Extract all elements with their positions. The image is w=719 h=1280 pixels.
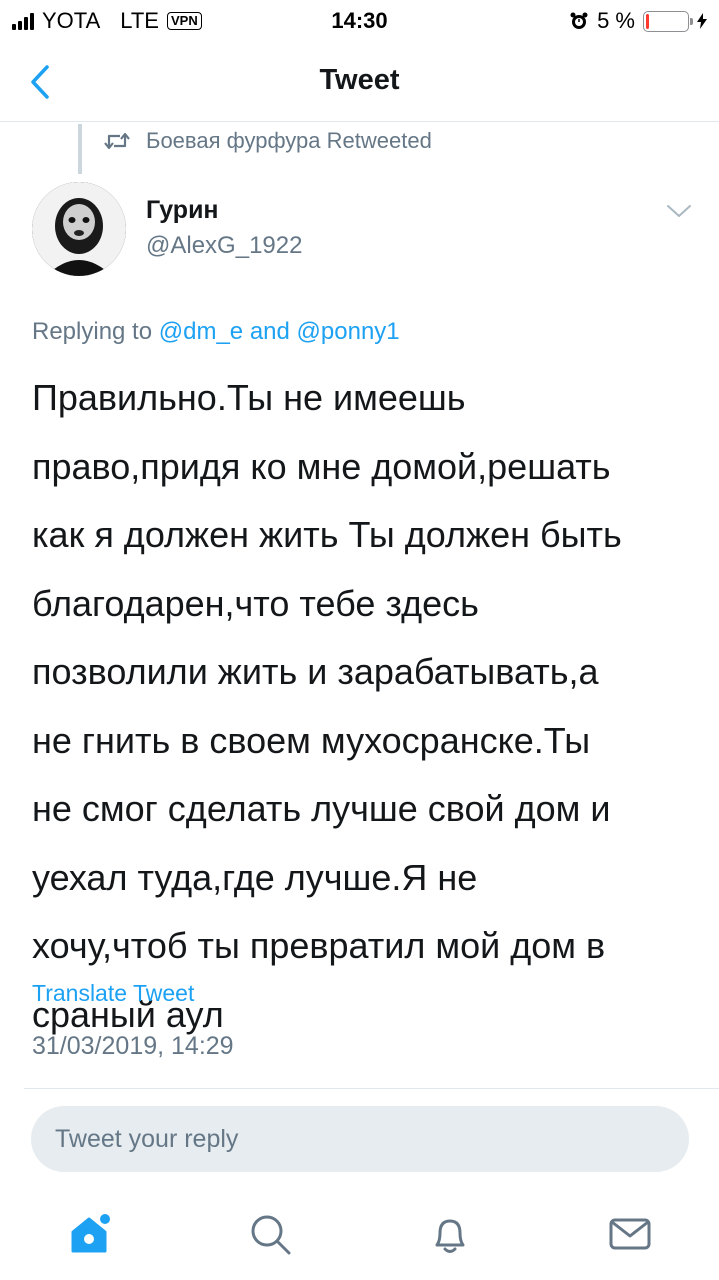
translate-tweet-link[interactable]: Translate Tweet <box>32 980 194 1007</box>
tweet-line: благодарен,что тебе здесь <box>32 582 479 624</box>
retweet-icon <box>104 132 130 150</box>
tab-messages[interactable] <box>604 1208 656 1260</box>
tab-bar <box>0 1186 719 1280</box>
chevron-down-icon <box>667 205 691 217</box>
author-name[interactable]: Гурин <box>146 196 219 225</box>
replying-prefix: Replying to <box>32 318 153 345</box>
page-title: Tweet <box>319 64 400 96</box>
status-right: 5 % <box>569 8 707 34</box>
battery-percent: 5 % <box>597 8 635 33</box>
tweet-text: Правильно.Ты не имеешь право,придя ко мн… <box>32 364 702 1049</box>
retweet-label: Боевая фурфура Retweeted <box>146 128 432 153</box>
nav-header: Tweet <box>0 42 719 122</box>
home-icon <box>71 1214 110 1253</box>
tab-search[interactable] <box>244 1208 296 1260</box>
battery-fill <box>646 13 649 29</box>
tweet-line: хочу,чтоб ты превратил мой дом в <box>32 925 606 966</box>
tweet-timestamp: 31/03/2019, 14:29 <box>32 1032 234 1060</box>
charging-icon <box>697 13 707 29</box>
messages-icon <box>609 1218 651 1250</box>
reply-placeholder: Tweet your reply <box>55 1124 239 1153</box>
search-icon <box>251 1215 291 1255</box>
notifications-icon <box>435 1219 465 1253</box>
alarm-icon <box>570 12 588 29</box>
more-options-button[interactable] <box>664 196 694 226</box>
tweet-line: не гнить в своем мухосранске.Ты <box>32 719 591 761</box>
reply-input[interactable]: Tweet your reply <box>31 1106 689 1172</box>
tweet-line: право,придя ко мне домой,решать <box>32 445 611 487</box>
replying-to: Replying to @dm_e and @ponny1 <box>32 318 400 346</box>
avatar[interactable] <box>32 182 126 276</box>
divider <box>24 1088 719 1089</box>
retweet-context[interactable]: Боевая фурфура Retweeted <box>104 128 432 154</box>
battery-icon <box>643 10 693 32</box>
tweet-line: как я должен жить Ты должен быть <box>32 514 622 555</box>
mention-link[interactable]: @dm_e <box>159 318 243 345</box>
avatar-image <box>32 182 126 276</box>
status-bar: YOTA LTE VPN 14:30 5 % <box>0 0 719 40</box>
tweet-line: не смог сделать лучше свой дом и <box>32 788 611 829</box>
author-handle[interactable]: @AlexG_1922 <box>146 232 302 260</box>
replying-conjunction: and <box>249 318 290 345</box>
tweet-line: Правильно.Ты не имеешь <box>32 377 466 418</box>
tab-home[interactable] <box>64 1208 116 1260</box>
tweet-line: уехал туда,где лучше.Я не <box>32 856 478 898</box>
tweet-line: позволили жить и зарабатывать,а <box>32 651 599 692</box>
tab-notifications[interactable] <box>424 1208 476 1260</box>
thread-line <box>78 124 82 174</box>
mention-link[interactable]: @ponny1 <box>297 318 400 345</box>
